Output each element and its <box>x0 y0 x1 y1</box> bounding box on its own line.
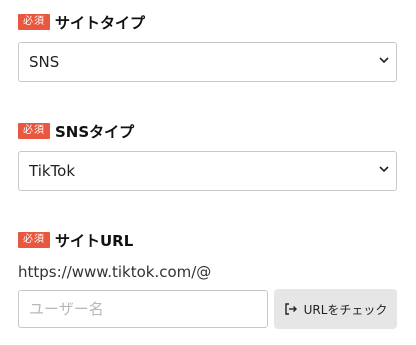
check-url-button[interactable]: URLをチェック <box>273 289 397 329</box>
check-url-button-label: URLをチェック <box>303 302 388 317</box>
chevron-down-icon <box>379 166 389 173</box>
required-badge: 必須 <box>18 14 50 30</box>
url-prefix-text: https://www.tiktok.com/@ <box>18 263 212 281</box>
site-type-label: サイトタイプ <box>55 13 146 32</box>
chevron-down-icon <box>379 57 389 64</box>
site-url-field: 必須 サイトURL https://www.tiktok.com/@ URLをチ… <box>18 230 397 329</box>
sns-type-label-row: 必須 SNSタイプ <box>18 121 397 141</box>
sns-type-select[interactable]: TikTok <box>18 151 397 191</box>
site-url-label: サイトURL <box>55 231 134 250</box>
sns-type-selected-value: TikTok <box>29 162 76 180</box>
site-type-label-row: 必須 サイトタイプ <box>18 12 397 32</box>
sns-type-label: SNSタイプ <box>55 122 135 141</box>
required-badge: 必須 <box>18 123 50 139</box>
site-type-select[interactable]: SNS <box>18 42 397 82</box>
login-arrow-icon <box>284 303 297 315</box>
site-url-label-row: 必須 サイトURL <box>18 230 397 250</box>
username-input[interactable] <box>18 290 268 328</box>
required-badge: 必須 <box>18 232 50 248</box>
url-input-row: URLをチェック <box>18 289 397 329</box>
sns-type-field: 必須 SNSタイプ TikTok <box>18 121 397 191</box>
site-type-selected-value: SNS <box>29 53 60 71</box>
site-type-field: 必須 サイトタイプ SNS <box>18 12 397 82</box>
